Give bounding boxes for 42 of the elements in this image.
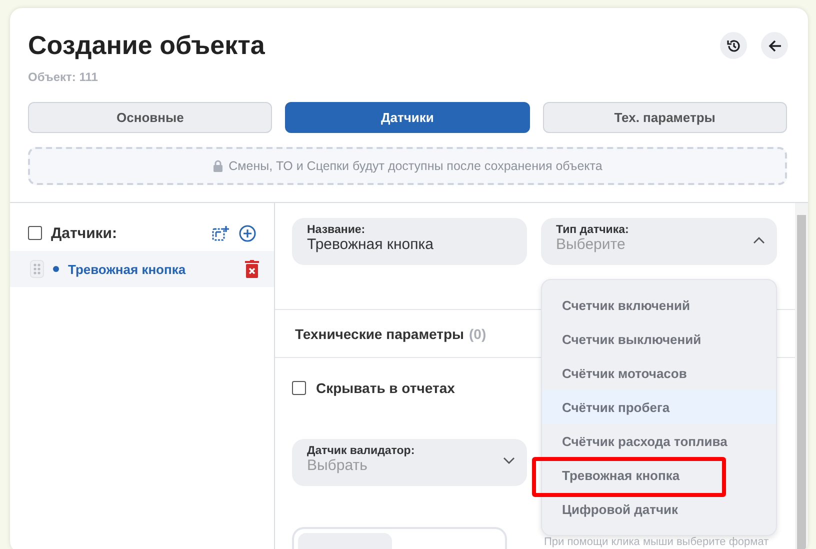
validator-select[interactable]: Датчик валидатор: Выбрать <box>292 439 527 486</box>
dropdown-option[interactable]: Счётчик расхода топлива <box>542 424 776 458</box>
checkbox[interactable] <box>292 381 306 395</box>
tab[interactable]: Основные <box>28 102 272 133</box>
object-subtitle: Объект: 111 <box>28 70 99 84</box>
dropdown-option[interactable]: Счётчик моточасов <box>542 356 776 390</box>
chevron-icon[interactable] <box>503 457 515 465</box>
name-input[interactable]: Тревожная кнопка <box>307 236 477 253</box>
sensor-name: Тревожная кнопка <box>68 262 187 276</box>
field-label: Название: <box>307 224 366 236</box>
checkbox-label: Скрывать в отчетах <box>316 380 455 396</box>
name-field[interactable]: Название: Тревожная кнопка <box>292 218 527 265</box>
sensor-type-input[interactable]: Выберите <box>556 236 726 253</box>
dropdown-option[interactable]: Тревожная кнопка <box>542 458 776 492</box>
section-title: Технические параметры <box>295 326 464 342</box>
back-arrow-icon <box>766 38 782 54</box>
drag-handle-icon[interactable] <box>30 260 44 278</box>
back-button[interactable] <box>761 32 788 59</box>
scrollbar[interactable] <box>795 203 808 549</box>
dropdown-option[interactable]: Цифровой датчик <box>542 492 776 526</box>
section-count: (0) <box>469 326 486 342</box>
sensor-type-select[interactable]: Тип датчика: Выберите <box>541 218 777 265</box>
lock-icon <box>212 160 223 172</box>
field-label: Тип датчика: <box>556 224 630 236</box>
checkbox[interactable] <box>28 226 42 240</box>
tab[interactable]: Тех. параметры <box>542 102 787 133</box>
history-button[interactable] <box>720 32 747 59</box>
bullet-icon <box>53 266 59 272</box>
dropdown-option[interactable]: Счётчик пробега <box>542 390 776 424</box>
chevron-icon[interactable] <box>753 236 765 244</box>
delete-icon[interactable] <box>245 260 259 278</box>
dropdown-option[interactable]: Счетчик включений <box>542 288 776 322</box>
sensor-list-item[interactable]: Тревожная кнопка <box>10 251 274 287</box>
tab[interactable]: Датчики <box>285 102 530 133</box>
history-icon <box>726 38 742 54</box>
copy-add-icon[interactable] <box>212 224 229 242</box>
notice-text: Смены, ТО и Сцепки будут доступны после сохранения объекта <box>228 159 602 173</box>
add-icon[interactable] <box>239 224 256 242</box>
hint-text: При помощи клика мыши выберите формат <box>544 536 769 548</box>
dropdown-option[interactable]: Счетчик выключений <box>542 322 776 356</box>
sensors-title: Датчики: <box>51 224 118 242</box>
page-title: Создание объекта <box>28 30 265 60</box>
